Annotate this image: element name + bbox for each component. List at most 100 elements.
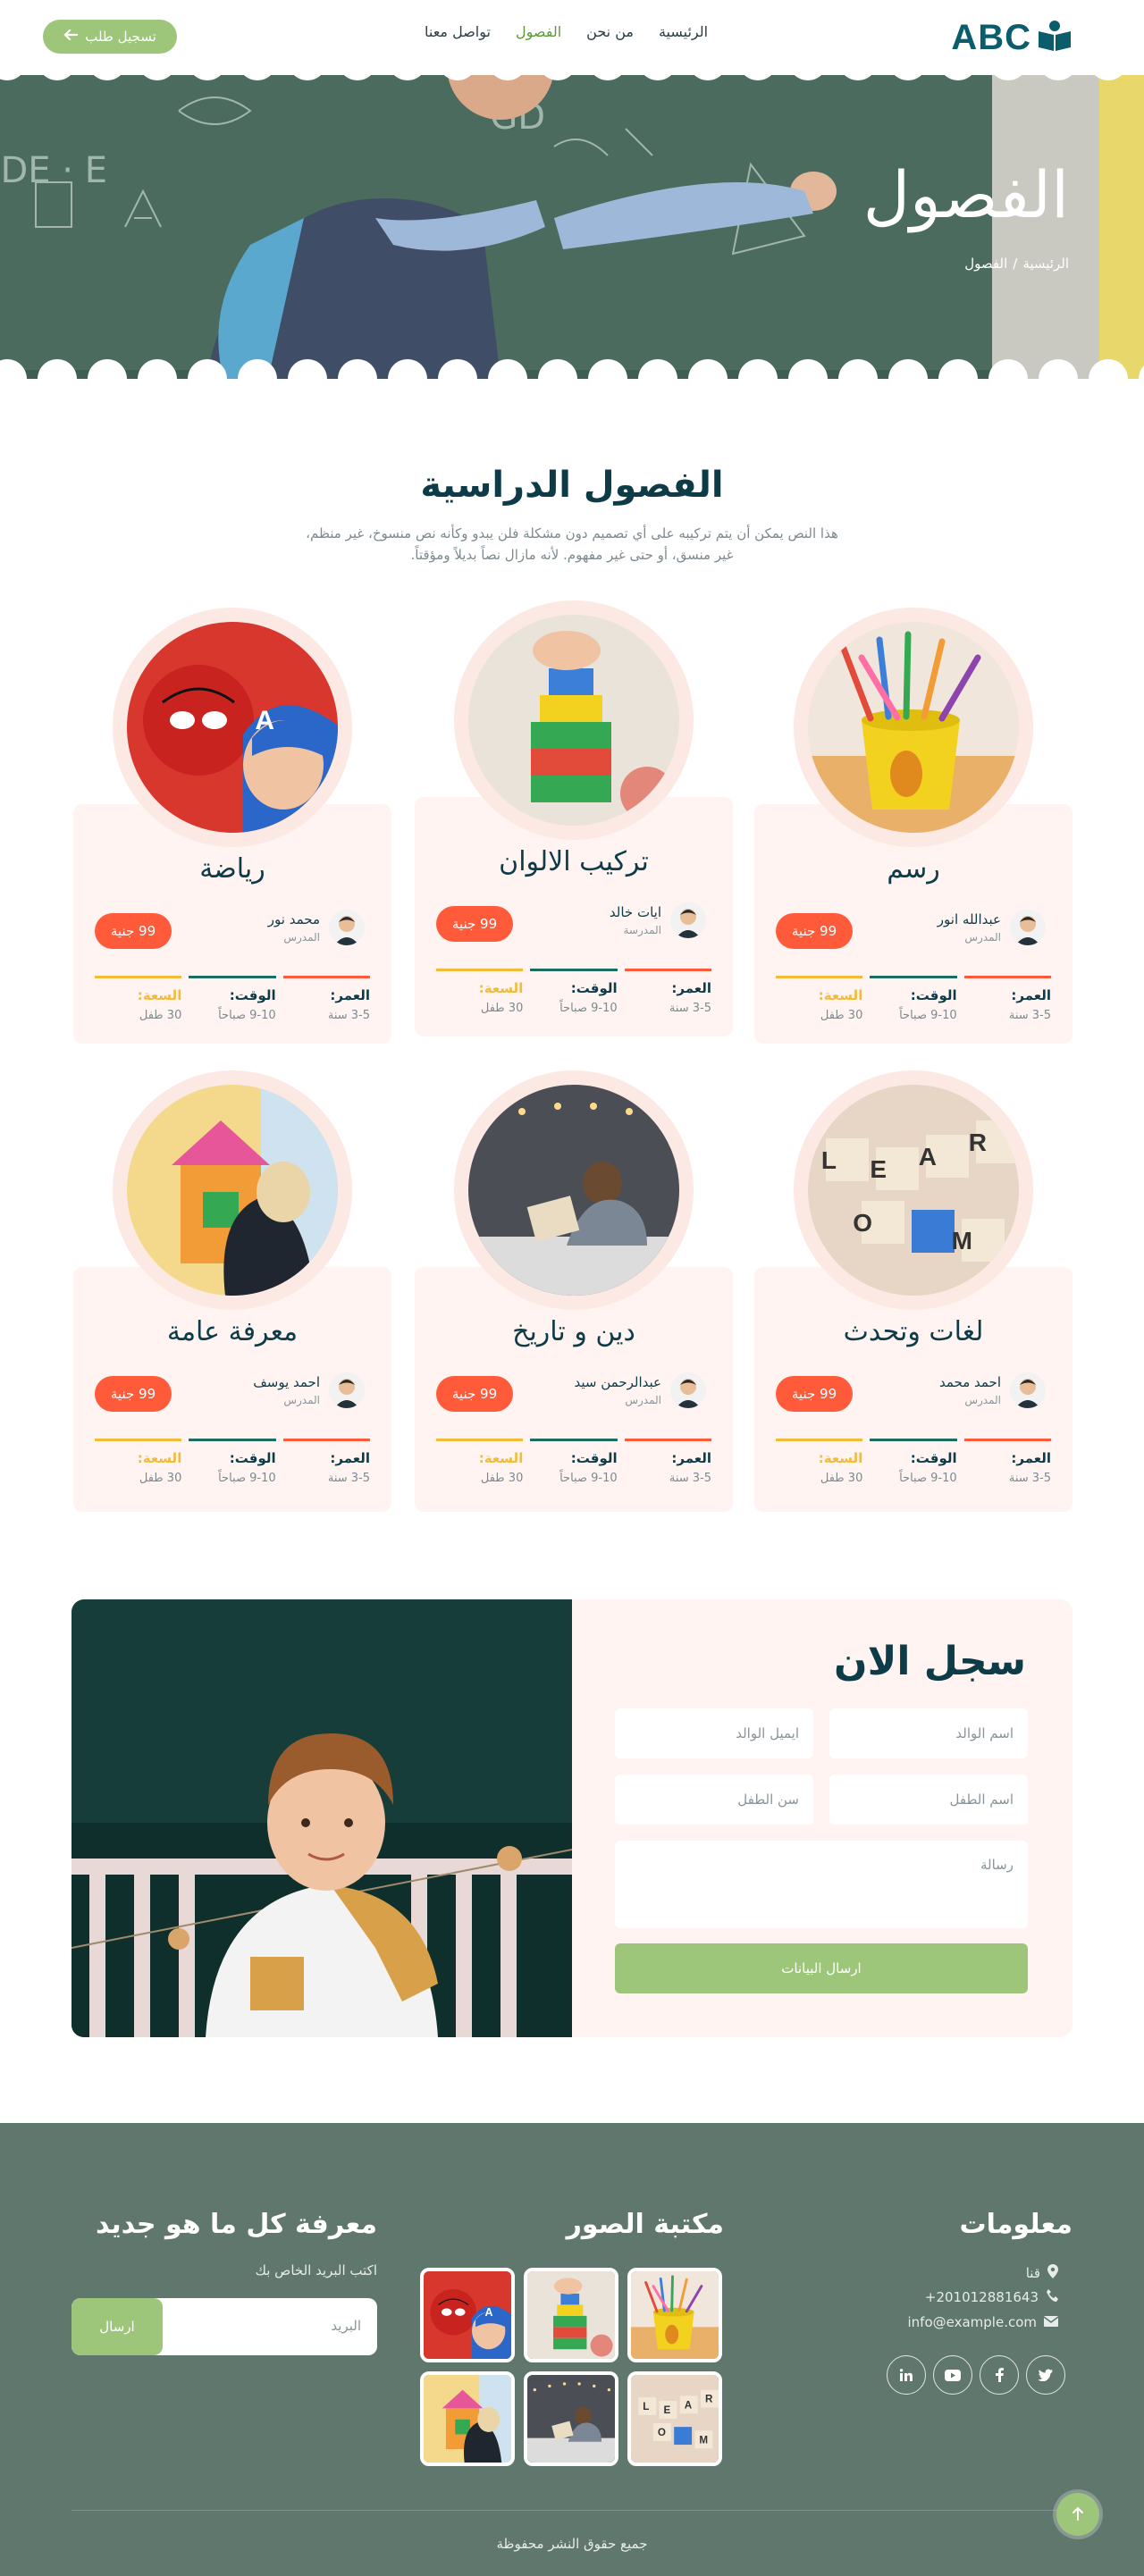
phone-text: 201012881643+	[924, 2289, 1039, 2305]
stat-value: 3-5 سنة	[1008, 1472, 1051, 1485]
stat-time: الوقت: 9-10 صباحاً	[870, 1439, 957, 1485]
avatar	[1010, 910, 1046, 945]
class-stats: العمر: 3-5 سنة الوقت: 9-10 صباحاً السعة: 30…	[776, 1439, 1051, 1485]
child-name-field[interactable]: اسم الطفل	[829, 1775, 1028, 1825]
class-stats: العمر: 3-5 سنة الوقت: 9-10 صباحاً السعة: 30…	[776, 976, 1051, 1022]
class-image	[454, 600, 694, 840]
nav-link-home[interactable]: الرئيسية	[659, 23, 708, 40]
stat-value: 3-5 سنة	[669, 1002, 711, 1015]
price-badge: 99 جنية	[776, 1376, 853, 1412]
stat-value: 9-10 صباحاً	[559, 1002, 618, 1015]
stat-value: 3-5 سنة	[669, 1472, 711, 1485]
social-links	[887, 2355, 1065, 2395]
svg-text:E: E	[870, 1155, 887, 1183]
svg-text:A: A	[685, 2399, 693, 2411]
stat-value: 9-10 صباحاً	[899, 1472, 957, 1485]
avatar	[329, 910, 365, 945]
message-field[interactable]: رسالة	[615, 1841, 1028, 1928]
parent-name-field[interactable]: اسم الوالد	[829, 1708, 1028, 1758]
stat-label: العمر:	[671, 1450, 711, 1466]
class-card-color-blocks[interactable]: تركيب الالوان ايات خالد المدرسة 99 جنية …	[415, 600, 733, 1036]
stat-label: السعة:	[137, 1450, 182, 1466]
gallery-image[interactable]	[524, 2268, 618, 2362]
gallery-image[interactable]: L E A R O M	[627, 2371, 722, 2466]
footer-newsletter-title: معرفة كل ما هو جديد	[96, 2209, 377, 2240]
youtube-icon[interactable]	[933, 2355, 972, 2395]
stat-time: الوقت: 9-10 صباحاً	[870, 976, 957, 1022]
stat-label: السعة:	[818, 987, 863, 1003]
scroll-to-top-button[interactable]	[1056, 2493, 1099, 2536]
child-age-field[interactable]: سن الطفل	[615, 1775, 813, 1825]
stat-time: الوقت: 9-10 صباحاً	[189, 976, 276, 1022]
stat-value: 3-5 سنة	[327, 1009, 370, 1022]
nav-link-about[interactable]: من نحن	[586, 23, 634, 40]
stat-label: السعة:	[478, 980, 524, 996]
arrow-left-icon	[63, 29, 79, 45]
class-card-languages[interactable]: L E A R O M لغات وتحدث احمد محمد المدرس 99 جن…	[754, 1070, 1072, 1512]
class-card-sports[interactable]: A رياضة محمد نور المدرس 99 جنية العمر: 3-…	[73, 608, 391, 1044]
class-card-general-knowledge[interactable]: معرفة عامة احمد يوسف المدرس 99 جنية العم…	[73, 1070, 391, 1512]
class-title: تركيب الالوان	[499, 846, 649, 877]
gallery-image[interactable]	[524, 2371, 618, 2466]
stat-time: الوقت: 9-10 صباحاً	[530, 969, 618, 1015]
logo[interactable]: ABC	[951, 18, 1072, 57]
register-request-label: تسجيل طلب	[85, 29, 156, 45]
class-card-drawing[interactable]: رسم عبدالله انور المدرس 99 جنية العمر: 3-…	[754, 608, 1072, 1044]
scallop-divider	[0, 359, 1144, 379]
stat-label: الوقت:	[570, 1450, 618, 1466]
nav-link-classes[interactable]: الفصول	[516, 23, 561, 40]
svg-text:A: A	[485, 2306, 493, 2319]
stat-label: السعة:	[478, 1450, 524, 1466]
svg-text:M: M	[699, 2434, 708, 2446]
teacher-name: ايات خالد	[609, 904, 661, 920]
breadcrumb-home[interactable]: الرئيسية	[1022, 256, 1069, 272]
top-navbar: ABC الرئيسية من نحن الفصول تواصل معنا تس…	[0, 0, 1144, 80]
gallery-image[interactable]	[420, 2371, 515, 2466]
submit-button[interactable]: ارسال البيانات	[615, 1943, 1028, 1993]
svg-text:L: L	[821, 1146, 837, 1174]
facebook-icon[interactable]	[980, 2355, 1019, 2395]
stat-age: العمر: 3-5 سنة	[963, 976, 1051, 1022]
register-title: سجل الان	[834, 1639, 1026, 1684]
footer-phone[interactable]: 201012881643+	[925, 2289, 1058, 2305]
stat-label: العمر:	[330, 987, 370, 1003]
stat-label: الوقت:	[570, 980, 618, 996]
stat-label: العمر:	[671, 980, 711, 996]
stat-value: 9-10 صباحاً	[218, 1472, 276, 1485]
parent-email-field[interactable]: ايميل الوالد	[615, 1708, 813, 1758]
register-request-button[interactable]: تسجيل طلب	[43, 20, 177, 54]
phone-icon	[1046, 2289, 1058, 2305]
nav-link-contact[interactable]: تواصل معنا	[425, 23, 491, 40]
class-image: L E A R O M	[794, 1070, 1033, 1310]
scallop-divider	[0, 64, 1144, 80]
svg-text:R: R	[705, 2394, 713, 2405]
main-menu: الرئيسية من نحن الفصول تواصل معنا	[425, 23, 708, 40]
gallery-image[interactable]	[627, 2268, 722, 2362]
teacher-role: المدرس	[964, 931, 1001, 944]
class-card-religion-history[interactable]: دين و تاريخ عبدالرحمن سيد المدرس 99 جنية…	[415, 1070, 733, 1512]
newsletter-submit-button[interactable]: ارسال	[72, 2298, 163, 2355]
stat-label: الوقت:	[229, 987, 276, 1003]
page-title: الفصول	[862, 157, 1069, 232]
class-title: لغات وتحدث	[843, 1316, 984, 1347]
stat-label: الوقت:	[910, 1450, 957, 1466]
twitter-icon[interactable]	[1026, 2355, 1065, 2395]
stat-value: 30 طفل	[480, 1002, 524, 1015]
stat-capacity: السعة: 30 طفل	[776, 1439, 863, 1485]
avatar	[670, 1372, 706, 1408]
svg-text:O: O	[658, 2427, 666, 2438]
class-stats: العمر: 3-5 سنة الوقت: 9-10 صباحاً السعة: 30…	[436, 969, 711, 1015]
avatar	[670, 902, 706, 938]
arrow-up-icon	[1072, 2504, 1084, 2525]
teacher-role: المدرس	[283, 931, 320, 944]
gallery-image[interactable]: A	[420, 2268, 515, 2362]
stat-value: 30 طفل	[820, 1009, 863, 1022]
teacher-role: المدرس	[283, 1394, 320, 1406]
teacher-role: المدرسة	[623, 924, 661, 936]
class-title: معرفة عامة	[166, 1316, 299, 1347]
linkedin-icon[interactable]	[887, 2355, 926, 2395]
footer-email[interactable]: info@example.com	[908, 2314, 1059, 2330]
newsletter-email-input[interactable]: البريد	[331, 2318, 361, 2334]
section-description: هذا النص يمكن أن يتم تركيبه على أي تصميم…	[306, 525, 838, 563]
footer: معلومات قنا 201012881643+ info@example.c…	[0, 2123, 1144, 2576]
